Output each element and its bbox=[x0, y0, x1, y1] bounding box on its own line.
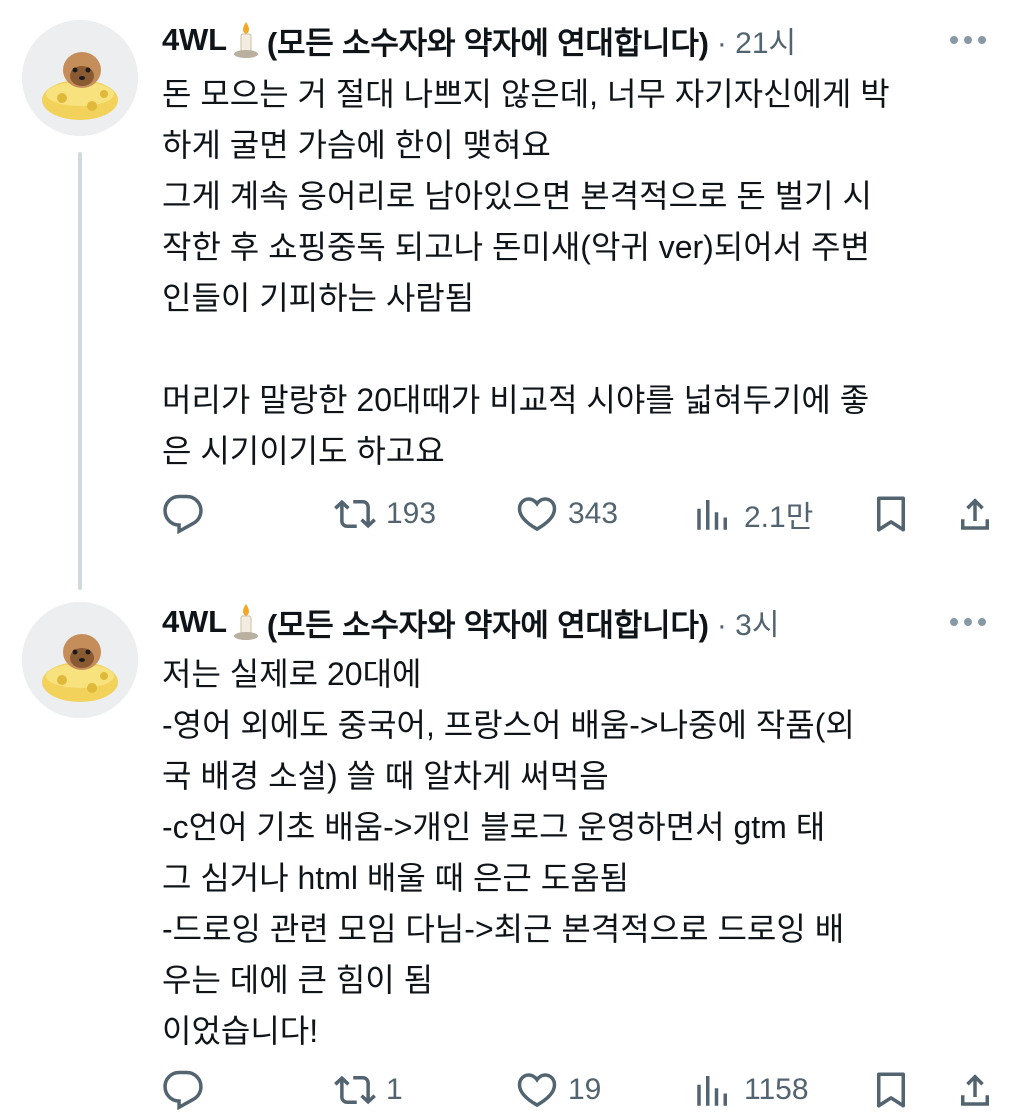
views-chart-icon bbox=[692, 1069, 734, 1111]
like-button[interactable]: 343 bbox=[516, 484, 618, 544]
display-name-suffix[interactable]: (모든 소수자와 약자에 연대합니다) bbox=[267, 18, 709, 63]
tweet-text: 돈 모으는 거 절대 나쁘지 않은데, 너무 자기자신에게 박 하게 굴면 가슴… bbox=[162, 76, 890, 469]
views-button[interactable]: 1158 bbox=[692, 1060, 809, 1120]
share-button[interactable] bbox=[954, 484, 996, 544]
heart-icon bbox=[516, 1069, 558, 1111]
bookmark-icon bbox=[870, 1069, 912, 1111]
heart-icon bbox=[516, 493, 558, 535]
tweet[interactable]: 4WL (모든 소수자와 약자에 연대합니다) · 21시 돈 모으는 거 절대… bbox=[0, 0, 1024, 590]
tweet-header: 4WL (모든 소수자와 약자에 연대합니다) · 21시 bbox=[162, 16, 1004, 64]
author-name[interactable]: 4WL (모든 소수자와 약자에 연대합니다) bbox=[162, 600, 709, 645]
reply-button[interactable] bbox=[162, 484, 204, 544]
timestamp[interactable]: · 3시 bbox=[717, 600, 780, 644]
display-name[interactable]: 4WL bbox=[162, 22, 227, 58]
avatar[interactable] bbox=[22, 602, 138, 718]
like-count: 19 bbox=[568, 1073, 602, 1106]
retweet-count: 1 bbox=[386, 1073, 403, 1106]
retweet-count: 193 bbox=[386, 497, 437, 530]
avatar[interactable] bbox=[22, 20, 138, 136]
tweet-header: 4WL (모든 소수자와 약자에 연대합니다) · 3시 bbox=[162, 598, 1004, 646]
retweet-icon bbox=[334, 1069, 376, 1111]
views-button[interactable]: 2.1만 bbox=[692, 484, 813, 544]
bookmark-button[interactable] bbox=[870, 484, 912, 544]
tweet[interactable]: 4WL (모든 소수자와 약자에 연대합니다) · 3시 저는 실제로 20대에… bbox=[0, 590, 1024, 1116]
share-icon bbox=[954, 493, 996, 535]
more-options-icon[interactable] bbox=[946, 606, 990, 638]
timestamp[interactable]: · 21시 bbox=[717, 18, 796, 62]
tweet-text: 저는 실제로 20대에 -영어 외에도 중국어, 프랑스어 배움->나중에 작품… bbox=[162, 656, 855, 1049]
like-button[interactable]: 19 bbox=[516, 1060, 601, 1120]
share-icon bbox=[954, 1069, 996, 1111]
view-count: 2.1만 bbox=[744, 501, 814, 534]
candle-icon bbox=[231, 20, 261, 60]
candle-icon bbox=[231, 602, 261, 642]
thread-connector-line bbox=[78, 152, 82, 590]
retweet-icon bbox=[334, 493, 376, 535]
bookmark-icon bbox=[870, 493, 912, 535]
retweet-button[interactable]: 193 bbox=[334, 484, 436, 544]
bookmark-button[interactable] bbox=[870, 1060, 912, 1120]
dog-avatar-icon bbox=[22, 602, 138, 718]
display-name[interactable]: 4WL bbox=[162, 604, 227, 640]
reply-icon bbox=[162, 1069, 204, 1111]
retweet-button[interactable]: 1 bbox=[334, 1060, 403, 1120]
action-bar: 1 19 1158 bbox=[162, 1060, 998, 1120]
dog-avatar-icon bbox=[22, 20, 138, 136]
reply-button[interactable] bbox=[162, 1060, 204, 1120]
reply-icon bbox=[162, 493, 204, 535]
display-name-suffix[interactable]: (모든 소수자와 약자에 연대합니다) bbox=[267, 600, 709, 645]
like-count: 343 bbox=[568, 497, 619, 530]
author-name[interactable]: 4WL (모든 소수자와 약자에 연대합니다) bbox=[162, 18, 709, 63]
view-count: 1158 bbox=[744, 1073, 809, 1106]
more-options-icon[interactable] bbox=[946, 24, 990, 56]
views-chart-icon bbox=[692, 493, 734, 535]
action-bar: 193 343 2.1만 bbox=[162, 484, 998, 544]
share-button[interactable] bbox=[954, 1060, 996, 1120]
